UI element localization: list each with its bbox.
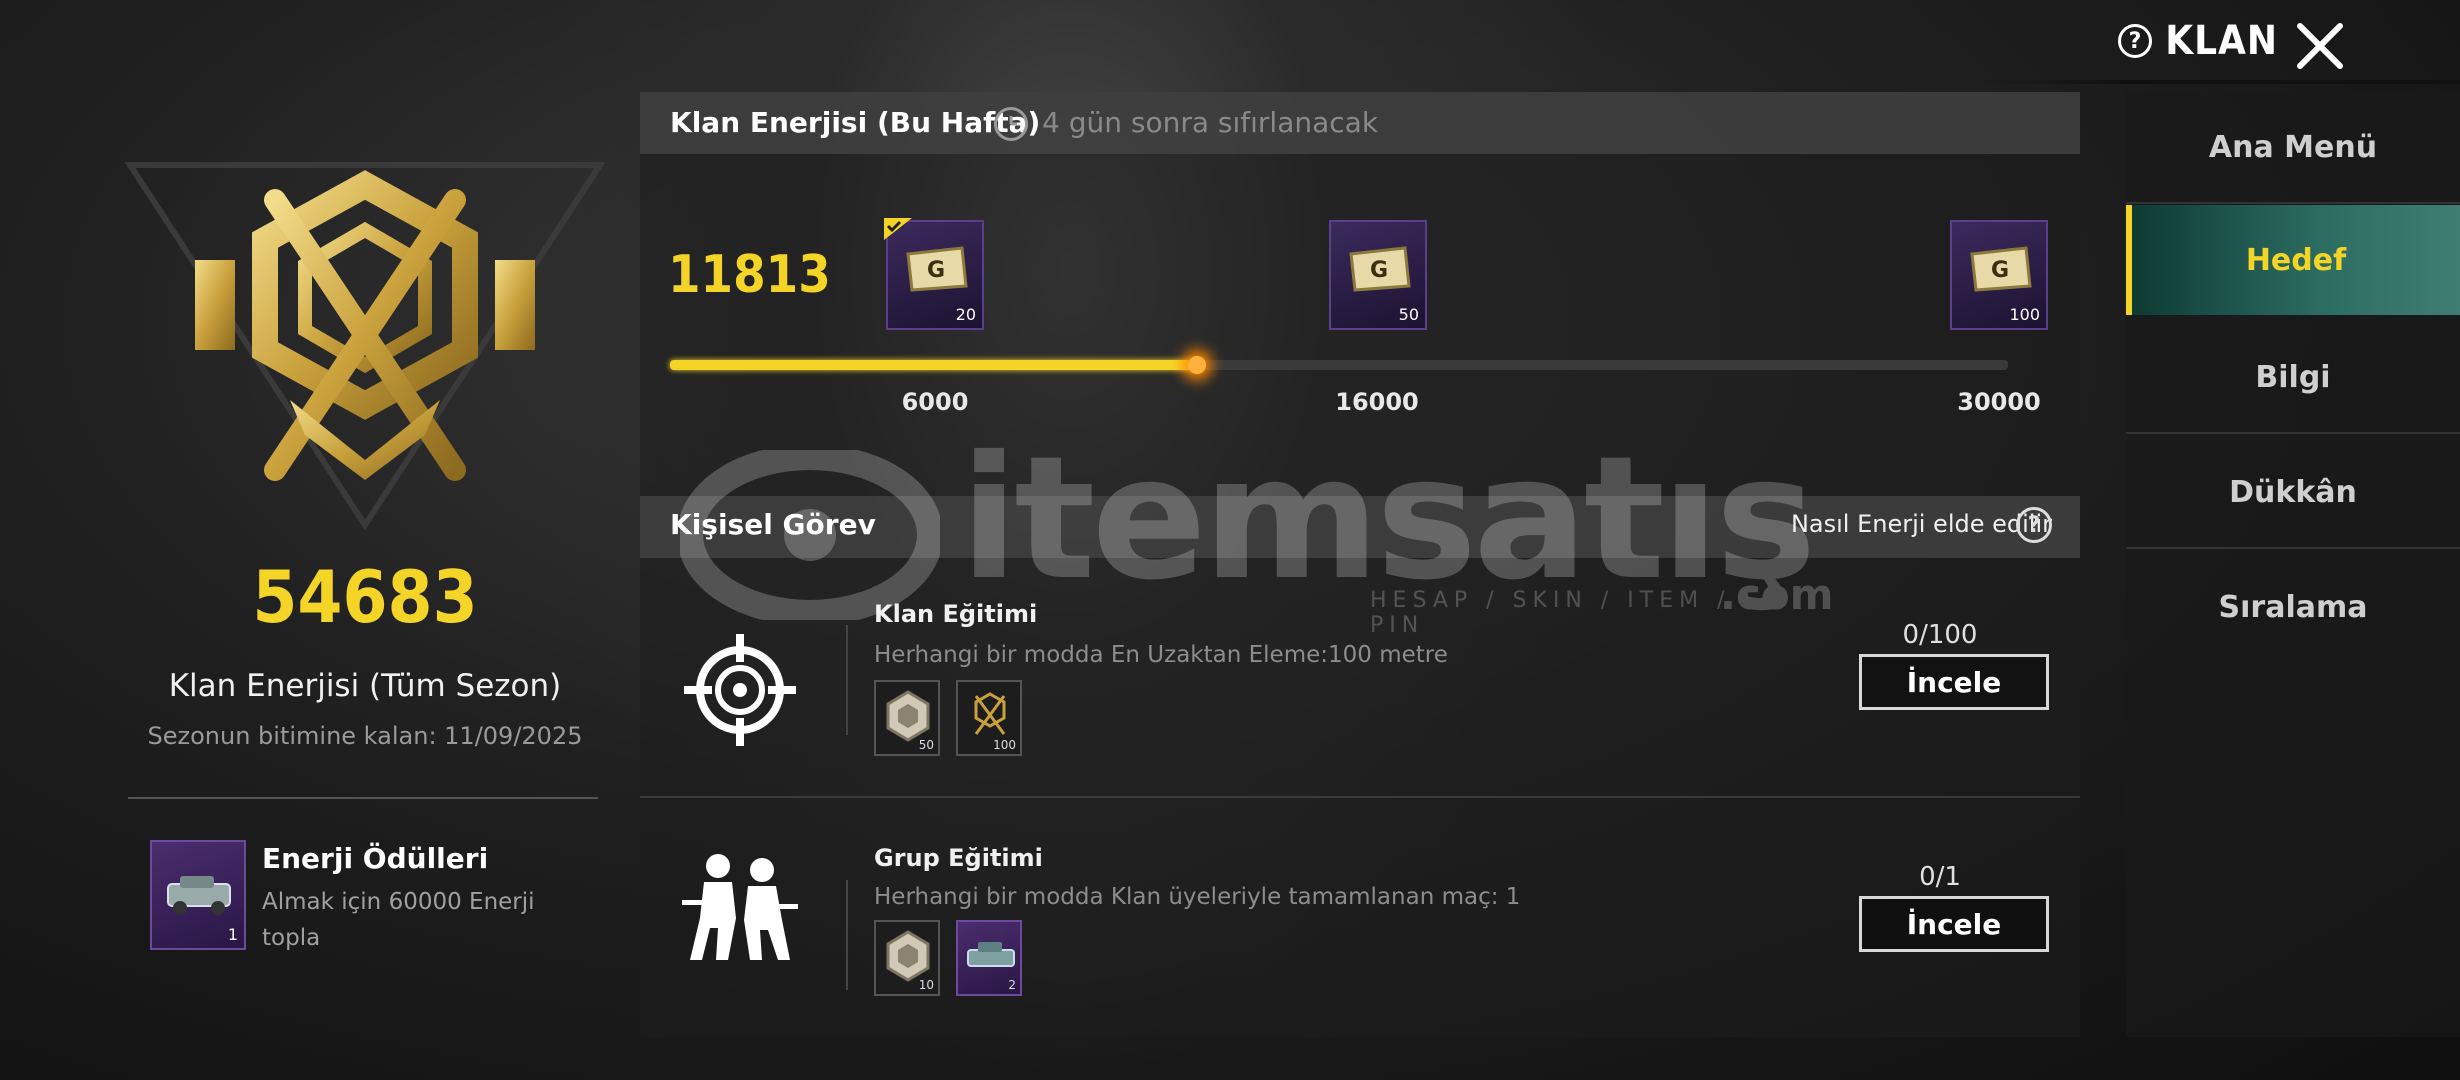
g-coin-card-icon: G	[906, 246, 968, 292]
g-coin-card-icon: G	[1349, 246, 1411, 292]
milestone-threshold: 6000	[901, 388, 969, 416]
weekly-energy-title: Klan Enerjisi (Bu Hafta)	[670, 106, 1041, 139]
season-energy-value: 54683	[252, 555, 478, 639]
inspect-button[interactable]: İncele	[1859, 654, 2049, 710]
reward-count: 100	[993, 738, 1016, 752]
reset-countdown: 4 gün sonra sıfırlanacak	[1042, 106, 1379, 139]
nav-item-info[interactable]: Bilgi	[2126, 322, 2460, 434]
claimed-check-icon	[884, 218, 912, 240]
chest-count: 50	[1398, 305, 1419, 324]
task-divider	[640, 796, 2080, 798]
energy-reward-desc: Almak için 60000 Enerji topla	[262, 889, 535, 951]
header-divider	[1980, 80, 2460, 84]
watermark-logo-icon	[680, 450, 940, 620]
progress-marker	[1188, 356, 1206, 374]
nav-item-shop[interactable]: Dükkân	[2126, 437, 2460, 549]
how-to-earn-link[interactable]: Nasıl Enerji elde edilir	[1791, 510, 2052, 538]
season-energy-label: Klan Enerjisi (Tüm Sezon)	[168, 668, 562, 704]
svg-text:G: G	[1370, 258, 1388, 283]
task-progress: 0/100	[1902, 620, 1978, 650]
task-reward-item[interactable]: 100	[956, 680, 1022, 756]
help-icon[interactable]: ?	[2118, 24, 2152, 58]
task-reward-item[interactable]: 50	[874, 680, 940, 756]
chest-count: 100	[2009, 305, 2040, 324]
vehicle-icon	[167, 876, 231, 915]
milestone-chest-3[interactable]: G 100	[1950, 220, 2048, 330]
badge-icon	[886, 690, 930, 742]
milestone-threshold: 30000	[1957, 388, 2041, 416]
task-reward-item[interactable]: 10	[874, 920, 940, 996]
badge-icon	[886, 930, 930, 982]
watermark: itemsatış HESAP / SKIN / ITEM / E-PIN .c…	[660, 420, 1833, 640]
watermark-com: .com	[1720, 570, 1834, 619]
nav-item-main-menu[interactable]: Ana Menü	[2126, 92, 2460, 204]
task-separator	[846, 880, 848, 990]
clock-icon	[994, 107, 1028, 141]
energy-progress-fill	[670, 360, 1197, 370]
energy-reward-item[interactable]: 1	[150, 840, 246, 950]
svg-text:G: G	[927, 258, 945, 283]
reward-count: 50	[918, 738, 934, 752]
reward-count: 2	[1008, 978, 1016, 992]
task-progress: 0/1	[1919, 862, 1961, 892]
squad-icon	[682, 854, 798, 960]
clan-emblem-icon	[974, 692, 1006, 735]
question-circle-icon[interactable]: ?	[2016, 507, 2052, 543]
inspect-button[interactable]: İncele	[1859, 896, 2049, 952]
nav-item-ranking[interactable]: Sıralama	[2126, 552, 2460, 662]
task-reward-item[interactable]: 2	[956, 920, 1022, 996]
milestone-threshold: 16000	[1335, 388, 1419, 416]
task-description: Herhangi bir modda Klan üyeleriyle tamam…	[874, 884, 1521, 910]
chest-count: 20	[955, 305, 976, 324]
crosshair-icon	[684, 634, 796, 746]
task-description: Herhangi bir modda En Uzaktan Eleme:100 …	[874, 642, 1448, 668]
svg-text:G: G	[1991, 258, 2009, 283]
close-icon[interactable]	[2292, 18, 2348, 74]
clan-emblem-icon	[125, 162, 605, 530]
milestone-chest-2[interactable]: G 50	[1329, 220, 1427, 330]
task-title: Grup Eğitimi	[874, 844, 1043, 872]
energy-reward-title: Enerji Ödülleri	[262, 842, 489, 875]
g-coin-card-icon: G	[1970, 246, 2032, 292]
reward-count: 1	[227, 925, 238, 944]
nav-item-goal[interactable]: Hedef	[2126, 205, 2460, 315]
vehicle-icon	[967, 942, 1015, 967]
season-end-text: Sezonun bitimine kalan: 11/09/2025	[147, 722, 583, 750]
task-separator	[846, 625, 848, 735]
reward-count: 10	[918, 978, 934, 992]
page-title: KLAN	[2165, 18, 2278, 64]
weekly-energy-value: 11813	[668, 245, 831, 305]
left-divider	[128, 797, 598, 799]
